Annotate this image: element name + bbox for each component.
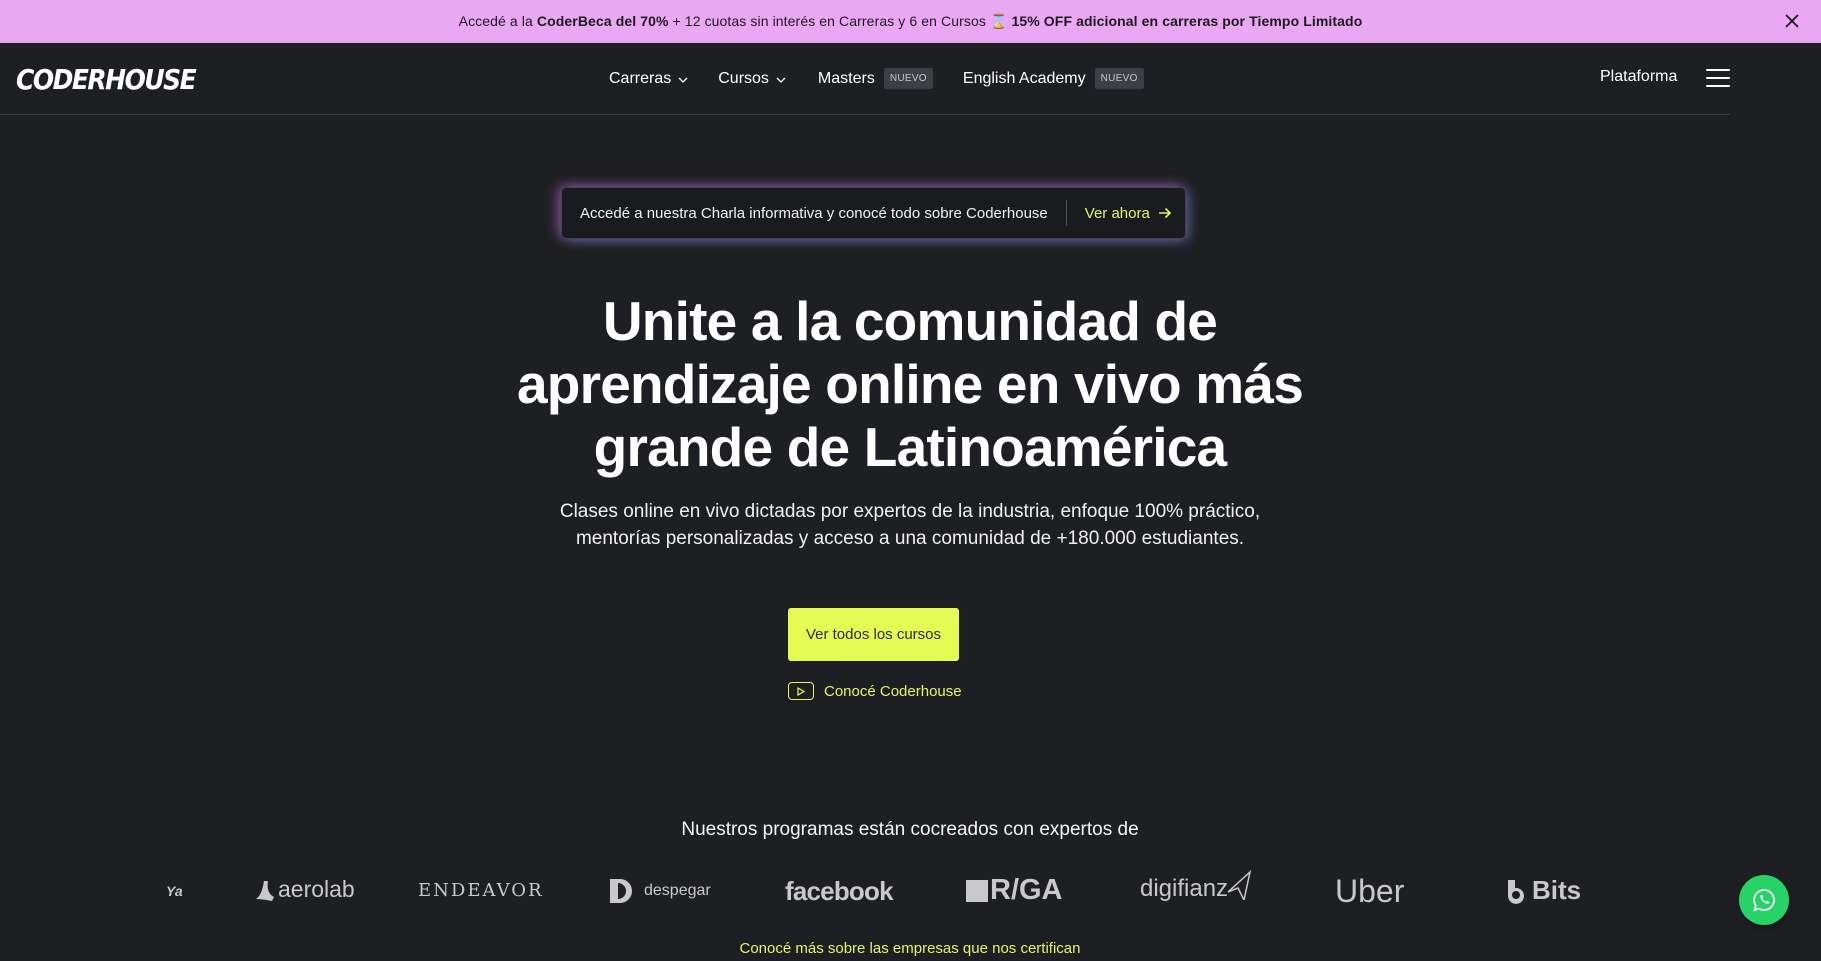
aerolab-logo: aerolab bbox=[252, 876, 355, 903]
hamburger-menu-icon[interactable] bbox=[1706, 69, 1730, 89]
hero-subtitle-line: Clases online en vivo dictadas por exper… bbox=[559, 501, 1261, 522]
hero-title-line: Unite a la comunidad de bbox=[602, 290, 1218, 352]
nav-english-academy-label: English Academy bbox=[962, 69, 1086, 87]
ya-logo: Ya bbox=[166, 883, 183, 899]
promo-text: Accedé a la CoderBeca del 70% + 12 cuota… bbox=[459, 13, 1363, 30]
promo-banner: Accedé a la CoderBeca del 70% + 12 cuota… bbox=[0, 0, 1821, 43]
nav-carreras[interactable]: Carreras bbox=[609, 70, 688, 88]
partner-logos: Ya aerolab ENDEAVOR despegar facebook R/… bbox=[0, 870, 1821, 920]
aerolab-text: aerolab bbox=[278, 876, 355, 902]
nav-cursos[interactable]: Cursos bbox=[718, 70, 786, 88]
rga-logo: R/GA bbox=[966, 874, 1063, 907]
plataforma-link[interactable]: Plataforma bbox=[1600, 68, 1677, 86]
certifican-link[interactable]: Conocé más sobre las empresas que nos ce… bbox=[560, 940, 1260, 957]
endeavor-logo: ENDEAVOR bbox=[418, 880, 544, 901]
digifianz-text: digifianz bbox=[1140, 875, 1229, 902]
facebook-logo: facebook bbox=[785, 876, 894, 906]
rga-text: R/GA bbox=[990, 874, 1063, 906]
whatsapp-icon[interactable] bbox=[1739, 875, 1789, 925]
nav-cursos-label: Cursos bbox=[718, 69, 769, 87]
close-icon[interactable] bbox=[1783, 12, 1801, 30]
chevron-down-icon bbox=[678, 77, 688, 83]
hero-title-line: grande de Latinoamérica bbox=[593, 416, 1227, 478]
despegar-text: despegar bbox=[644, 882, 711, 899]
promo-text-part1: Accedé a la bbox=[458, 13, 537, 29]
hero-title-line: aprendizaje online en vivo más bbox=[517, 353, 1304, 415]
ver-ahora-link[interactable]: Ver ahora bbox=[1085, 205, 1172, 222]
hero-title: Unite a la comunidad de aprendizaje onli… bbox=[410, 290, 1410, 479]
ver-todos-los-cursos-button[interactable]: Ver todos los cursos bbox=[788, 608, 959, 661]
bits-logo: Bits bbox=[1505, 875, 1581, 906]
promo-text-bold2: 15% OFF adicional en carreras por Tiempo… bbox=[1011, 13, 1363, 29]
nuevo-badge: NUEVO bbox=[883, 68, 933, 89]
promo-text-bold1: CoderBeca del 70% bbox=[536, 13, 669, 29]
hero-subtitle: Clases online en vivo dictadas por exper… bbox=[460, 498, 1360, 552]
nav-links: Carreras Cursos Masters NUEVO English Ac… bbox=[609, 68, 1144, 89]
partners-title: Nuestros programas están cocreados con e… bbox=[681, 819, 1139, 840]
nuevo-badge: NUEVO bbox=[1094, 68, 1144, 89]
conoce-coderhouse-label: Conocé Coderhouse bbox=[824, 682, 962, 700]
despegar-logo: despegar bbox=[608, 877, 711, 905]
nav-carreras-label: Carreras bbox=[609, 69, 672, 87]
conoce-coderhouse-link[interactable]: Conocé Coderhouse bbox=[788, 682, 962, 700]
arrow-right-icon bbox=[1158, 207, 1171, 219]
chevron-down-icon bbox=[776, 77, 786, 83]
coderhouse-logo[interactable]: CODERHOUSE bbox=[16, 64, 197, 96]
nav-divider bbox=[0, 114, 1730, 115]
info-separator bbox=[1065, 200, 1067, 226]
ver-ahora-label: Ver ahora bbox=[1084, 204, 1150, 222]
play-icon bbox=[788, 682, 814, 700]
uber-logo: Uber bbox=[1335, 873, 1405, 909]
promo-text-part2: + 12 cuotas sin interés en Carreras y 6 … bbox=[668, 13, 1012, 29]
bits-text: Bits bbox=[1532, 875, 1582, 905]
nav-masters[interactable]: Masters NUEVO bbox=[818, 68, 933, 89]
info-session-banner: Accedé a nuestra Charla informativa y co… bbox=[561, 187, 1186, 239]
digifianz-logo: digifianz bbox=[1140, 870, 1252, 903]
nav-english-academy[interactable]: English Academy NUEVO bbox=[963, 68, 1144, 89]
nav-masters-label: Masters bbox=[817, 69, 875, 87]
top-navigation: CODERHOUSE Carreras Cursos Masters NUEVO… bbox=[0, 43, 1821, 115]
hero-subtitle-line: mentorías personalizadas y acceso a una … bbox=[575, 528, 1245, 549]
info-session-text: Accedé a nuestra Charla informativa y co… bbox=[580, 204, 1048, 222]
